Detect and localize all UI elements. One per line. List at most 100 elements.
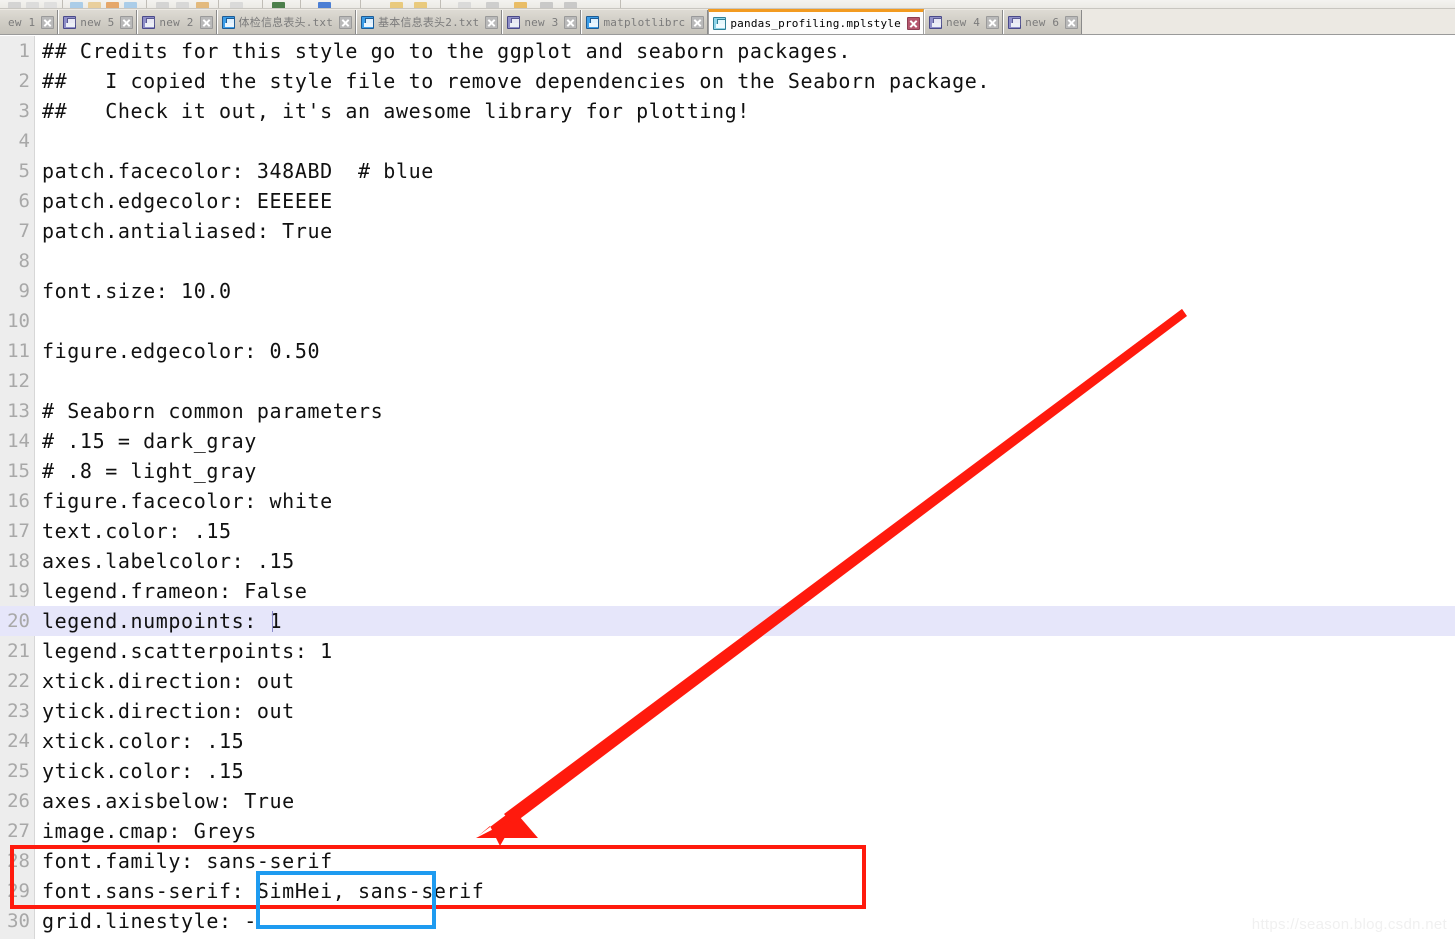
tab-inactive[interactable]: matplotlibrc [581, 10, 709, 34]
tab-inactive[interactable]: new 6 [1003, 10, 1083, 34]
tab-label: matplotlibrc [603, 15, 686, 29]
toolbar-icon[interactable] [44, 2, 57, 8]
floppy-disk-icon [713, 17, 727, 30]
code-line[interactable]: 22 xtick.direction: out [0, 666, 1455, 696]
tab-inactive[interactable]: new 4 [923, 10, 1004, 34]
toolbar-separator [360, 0, 361, 8]
code-line[interactable]: 29 font.sans-serif: SimHei, sans-serif [0, 876, 1455, 906]
toolbar-icon[interactable] [540, 2, 553, 8]
toolbar-icon[interactable] [318, 2, 331, 8]
tab-inactive[interactable]: 基本信息表头2.txt [356, 10, 503, 34]
toolbar-separator [300, 0, 301, 8]
code-line[interactable]: 19 legend.frameon: False [0, 576, 1455, 606]
tab-active[interactable]: pandas_profiling.mplstyle [708, 9, 924, 34]
code-text: # .8 = light_gray [42, 459, 257, 483]
line-number: 8 [18, 250, 30, 272]
code-line[interactable]: 18 axes.labelcolor: .15 [0, 546, 1455, 576]
floppy-disk-icon [63, 15, 77, 29]
document-tab-bar[interactable]: ew 1 new 5 new 2 体检信息表头.txt 基本信息表头2.txt new 3… [0, 9, 1455, 35]
code-line[interactable]: 6 patch.edgecolor: EEEEEE [0, 186, 1455, 216]
code-line[interactable]: 21 legend.scatterpoints: 1 [0, 636, 1455, 666]
toolbar-strip[interactable] [0, 0, 1455, 9]
code-text: patch.edgecolor: EEEEEE [42, 189, 333, 213]
tab-inactive[interactable]: new 2 [137, 10, 217, 34]
toolbar-icon[interactable] [156, 2, 169, 8]
code-line[interactable]: 12 [0, 366, 1455, 396]
code-line[interactable]: 26 axes.axisbelow: True [0, 786, 1455, 816]
toolbar-icon[interactable] [8, 2, 21, 8]
code-line[interactable]: 1 ## Credits for this style go to the ggp… [0, 36, 1455, 66]
code-line[interactable]: 27 image.cmap: Greys [0, 816, 1455, 846]
floppy-disk-icon [221, 15, 235, 29]
close-icon[interactable] [120, 15, 134, 29]
code-line[interactable]: 8 [0, 246, 1455, 276]
code-text: font.size: 10.0 [42, 279, 232, 303]
code-line[interactable]: 9 font.size: 10.0 [0, 276, 1455, 306]
tab-inactive[interactable]: new 5 [58, 10, 138, 34]
line-number: 15 [7, 460, 30, 482]
toolbar-icon[interactable] [124, 2, 137, 8]
line-number: 3 [18, 100, 30, 122]
code-line[interactable]: 23 ytick.direction: out [0, 696, 1455, 726]
toolbar-separator [262, 0, 263, 8]
code-line[interactable]: 16 figure.facecolor: white [0, 486, 1455, 516]
code-line[interactable]: 2 ## I copied the style file to remove de… [0, 66, 1455, 96]
code-text: figure.facecolor: white [42, 489, 333, 513]
line-number: 1 [18, 40, 30, 62]
toolbar-icon[interactable] [414, 2, 427, 8]
code-line[interactable]: 11 figure.edgecolor: 0.50 [0, 336, 1455, 366]
toolbar-icon[interactable] [390, 2, 403, 8]
close-icon[interactable] [564, 15, 578, 29]
code-line[interactable]: 30 grid.linestyle: - [0, 906, 1455, 936]
tab-inactive[interactable]: ew 1 [0, 10, 59, 34]
code-text: legend.scatterpoints: 1 [42, 639, 333, 663]
code-line[interactable]: 3 ## Check it out, it's an awesome librar… [0, 96, 1455, 126]
code-text: font.family: sans-serif [42, 849, 333, 873]
code-lines-container[interactable]: 1 ## Credits for this style go to the ggp… [0, 36, 1455, 939]
close-icon[interactable] [986, 15, 1000, 29]
toolbar-icon[interactable] [196, 2, 209, 8]
line-number: 9 [18, 280, 30, 302]
close-icon[interactable] [906, 17, 920, 30]
toolbar-icon[interactable] [564, 2, 577, 8]
code-line[interactable]: 28 font.family: sans-serif [0, 846, 1455, 876]
code-line[interactable]: 15 # .8 = light_gray [0, 456, 1455, 486]
tab-inactive[interactable]: new 3 [502, 10, 582, 34]
close-icon[interactable] [41, 15, 55, 29]
toolbar-icon[interactable] [514, 2, 527, 8]
close-icon[interactable] [485, 15, 499, 29]
toolbar-icon[interactable] [70, 2, 83, 8]
toolbar-icon[interactable] [176, 2, 189, 8]
code-line[interactable]: 14 # .15 = dark_gray [0, 426, 1455, 456]
code-line[interactable]: 24 xtick.color: .15 [0, 726, 1455, 756]
toolbar-icon[interactable] [458, 2, 471, 8]
line-number: 28 [7, 850, 30, 872]
toolbar-icon[interactable] [272, 2, 285, 8]
code-line[interactable]: 7 patch.antialiased: True [0, 216, 1455, 246]
code-line[interactable]: 10 [0, 306, 1455, 336]
close-icon[interactable] [1065, 15, 1079, 29]
code-editor[interactable]: 1 ## Credits for this style go to the ggp… [0, 36, 1455, 939]
code-text: # Seaborn common parameters [42, 399, 384, 423]
toolbar-icon[interactable] [230, 2, 243, 8]
code-text: patch.facecolor: 348ABD # blue [42, 159, 434, 183]
line-number: 12 [7, 370, 30, 392]
toolbar-icon[interactable] [486, 2, 499, 8]
toolbar-icon[interactable] [106, 2, 119, 8]
code-line[interactable]: 4 [0, 126, 1455, 156]
code-line[interactable]: 25 ytick.color: .15 [0, 756, 1455, 786]
tab-inactive[interactable]: 体检信息表头.txt [216, 10, 357, 34]
toolbar-icon[interactable] [88, 2, 101, 8]
close-icon[interactable] [339, 15, 353, 29]
code-line[interactable]: 13 # Seaborn common parameters [0, 396, 1455, 426]
code-line[interactable]: 17 text.color: .15 [0, 516, 1455, 546]
line-number: 29 [7, 880, 30, 902]
code-line[interactable]: 20 legend.numpoints: 1 [0, 606, 1455, 636]
close-icon[interactable] [199, 15, 213, 29]
site-watermark: https://season.blog.csdn.net [1251, 916, 1447, 933]
close-icon[interactable] [691, 15, 705, 29]
toolbar-icon[interactable] [26, 2, 39, 8]
code-line[interactable]: 5 patch.facecolor: 348ABD # blue [0, 156, 1455, 186]
tab-label: pandas_profiling.mplstyle [730, 17, 901, 30]
text-caret-wrapper [271, 606, 273, 636]
